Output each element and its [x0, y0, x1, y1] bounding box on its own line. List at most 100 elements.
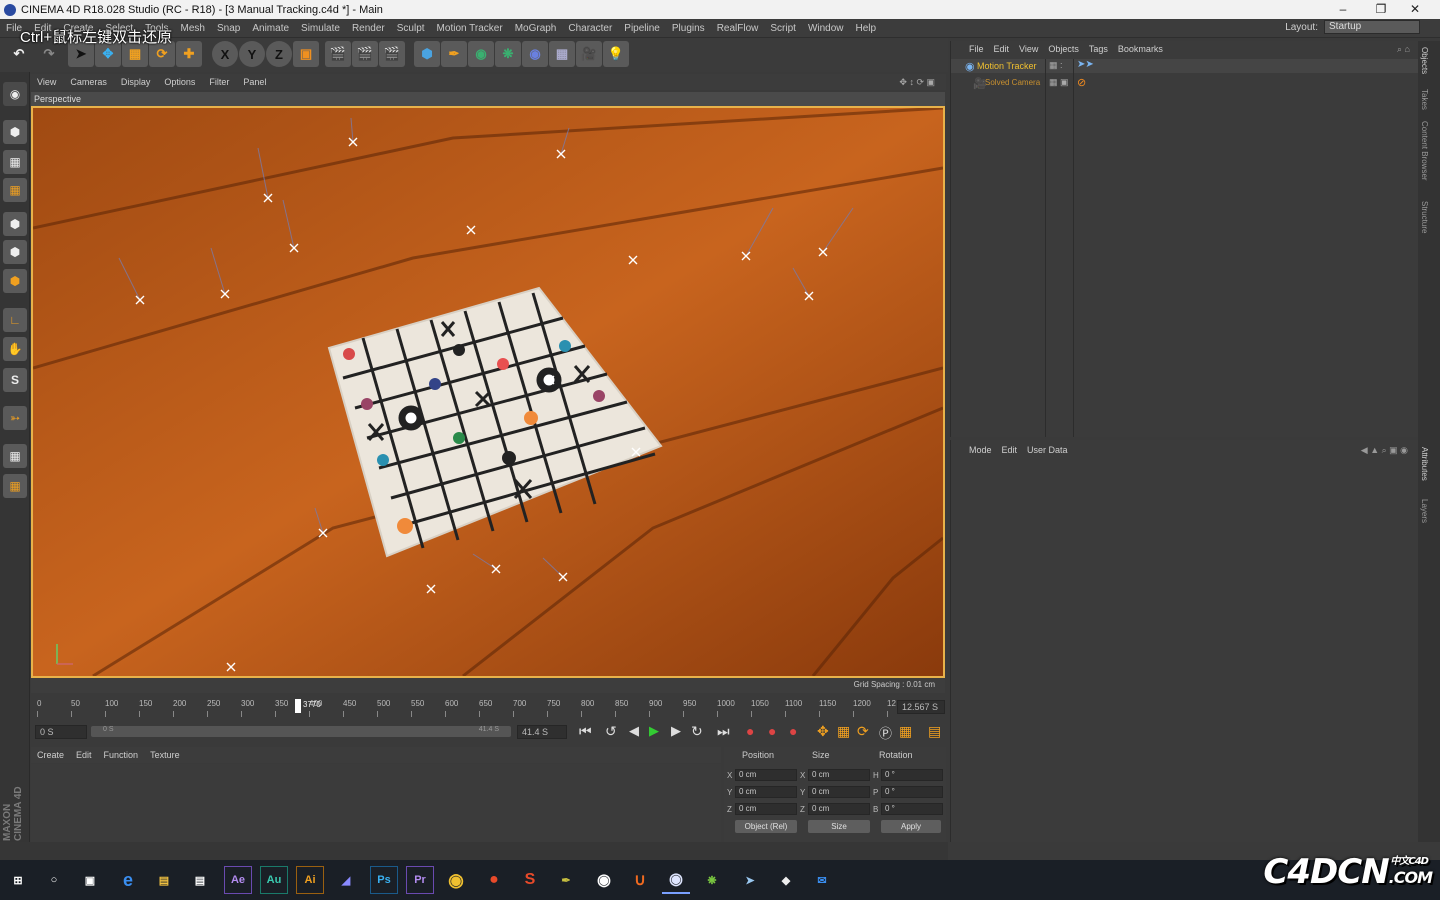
cinema4d-taskbar-icon[interactable]: ◉: [662, 866, 690, 894]
go-to-end-icon[interactable]: ⏭: [717, 723, 730, 740]
media-encoder-icon[interactable]: ◢: [332, 866, 360, 894]
previous-key-icon[interactable]: ↺: [605, 723, 617, 740]
next-frame-icon[interactable]: ▶: [671, 723, 681, 739]
magnet-tool-icon[interactable]: ➳: [3, 406, 27, 430]
task-view-icon[interactable]: ▣: [76, 866, 104, 894]
subdivision-surface-icon[interactable]: ◉: [468, 41, 494, 67]
z-axis-lock-button[interactable]: Z: [266, 41, 292, 67]
outlook-icon[interactable]: ✉: [808, 866, 836, 894]
array-cloner-icon[interactable]: ❋: [495, 41, 521, 67]
protection-tag-icon[interactable]: ⊘: [1077, 76, 1086, 89]
store-icon[interactable]: ▤: [186, 866, 214, 894]
material-manager-area[interactable]: [31, 764, 721, 842]
visibility-toggle-icon[interactable]: ▦ :: [1049, 60, 1063, 71]
objects-menu-tags[interactable]: Tags: [1084, 44, 1113, 54]
menu-animate[interactable]: Animate: [246, 23, 295, 34]
coordinate-mode-dropdown[interactable]: Object (Rel): [735, 820, 797, 833]
render-view-icon[interactable]: 🎬: [325, 41, 351, 67]
objects-menu-objects[interactable]: Objects: [1043, 44, 1084, 54]
menu-script[interactable]: Script: [764, 23, 802, 34]
rotation-b-field[interactable]: 0 °: [881, 803, 943, 815]
y-axis-lock-button[interactable]: Y: [239, 41, 265, 67]
file-explorer-icon[interactable]: ▤: [150, 866, 178, 894]
material-menu-create[interactable]: Create: [31, 750, 70, 760]
search-icon[interactable]: ○: [40, 866, 68, 894]
viewport-menu-panel[interactable]: Panel: [236, 77, 273, 87]
points-mode-icon[interactable]: ⬢: [3, 212, 27, 236]
timeline-ruler[interactable]: 0 50 100 150 200 250 300 350 400 450 500 550 600 650 7…: [31, 697, 947, 719]
menu-realflow[interactable]: RealFlow: [711, 23, 765, 34]
objects-search-icon[interactable]: ⌕ ⌂: [1392, 44, 1415, 55]
viewport-menu-view[interactable]: View: [30, 77, 63, 87]
viewport-menu-cameras[interactable]: Cameras: [63, 77, 114, 87]
steam-icon[interactable]: ➤: [736, 866, 764, 894]
attributes-nav-icons[interactable]: ◀ ▲ ⌕ ▣ ◉: [1356, 445, 1413, 456]
viewport-menu-options[interactable]: Options: [157, 77, 202, 87]
layout-dropdown[interactable]: Startup: [1324, 20, 1420, 34]
menu-motion-tracker[interactable]: Motion Tracker: [431, 23, 509, 34]
play-forward-icon[interactable]: ▶: [649, 723, 659, 739]
objects-menu-bookmarks[interactable]: Bookmarks: [1113, 44, 1168, 54]
menu-sculpt[interactable]: Sculpt: [391, 23, 431, 34]
light-icon[interactable]: 💡: [603, 41, 629, 67]
current-time-field[interactable]: 12.567 S: [897, 700, 945, 714]
point-level-key-icon[interactable]: ▦: [899, 723, 912, 740]
close-button[interactable]: ✕: [1398, 0, 1432, 19]
tab-content-browser[interactable]: Content Browser: [1420, 121, 1429, 181]
position-y-field[interactable]: 0 cm: [735, 786, 797, 798]
rotation-p-field[interactable]: 0 °: [881, 786, 943, 798]
workplane-lock-icon[interactable]: ▦: [3, 444, 27, 468]
record-active-objects-icon[interactable]: ●: [746, 723, 754, 739]
x-axis-lock-button[interactable]: X: [212, 41, 238, 67]
scale-key-icon[interactable]: ▦: [837, 723, 850, 740]
app-icon-orange[interactable]: ∪: [626, 866, 654, 894]
render-settings-icon[interactable]: 🎬: [379, 41, 405, 67]
size-z-field[interactable]: 0 cm: [808, 803, 870, 815]
attributes-menu-mode[interactable]: Mode: [951, 445, 997, 455]
tracker-tag-icon[interactable]: ➤➤: [1077, 59, 1094, 70]
rotation-h-field[interactable]: 0 °: [881, 769, 943, 781]
axis-mode-icon[interactable]: ∟: [3, 308, 27, 332]
objects-menu-view[interactable]: View: [1014, 44, 1043, 54]
menu-plugins[interactable]: Plugins: [666, 23, 711, 34]
chrome-icon[interactable]: ◉: [442, 866, 470, 894]
app-icon-ball[interactable]: ◉: [590, 866, 618, 894]
perspective-viewport[interactable]: [31, 106, 945, 678]
after-effects-icon[interactable]: Ae: [224, 866, 252, 894]
autokeying-icon[interactable]: ●: [768, 723, 776, 739]
viewport-menu-display[interactable]: Display: [114, 77, 158, 87]
objects-menu-edit[interactable]: Edit: [989, 44, 1015, 54]
menu-render[interactable]: Render: [346, 23, 391, 34]
app-icon-brush[interactable]: ✒: [552, 866, 580, 894]
workplane-mode-icon[interactable]: ▦: [3, 178, 27, 202]
preview-end-field[interactable]: 41.4 S: [517, 725, 567, 739]
tweak-mode-icon[interactable]: ✋: [3, 337, 27, 361]
photoshop-icon[interactable]: Ps: [370, 866, 398, 894]
illustrator-icon[interactable]: Ai: [296, 866, 324, 894]
previous-frame-icon[interactable]: ◀: [629, 723, 639, 739]
parameter-key-icon[interactable]: Ⓟ: [879, 723, 892, 742]
objects-menu-file[interactable]: File: [951, 44, 989, 54]
material-menu-edit[interactable]: Edit: [70, 750, 98, 760]
app-icon-red-s[interactable]: S: [516, 866, 544, 894]
audition-icon[interactable]: Au: [260, 866, 288, 894]
app-icon-green[interactable]: ❋: [698, 866, 726, 894]
menu-pipeline[interactable]: Pipeline: [618, 23, 666, 34]
coordinate-system-icon[interactable]: ▣: [293, 41, 319, 67]
preview-start-field[interactable]: 0 S: [35, 725, 87, 739]
tab-attributes[interactable]: Attributes: [1420, 447, 1429, 481]
render-picture-viewer-icon[interactable]: 🎬: [352, 41, 378, 67]
menu-window[interactable]: Window: [802, 23, 850, 34]
size-x-field[interactable]: 0 cm: [808, 769, 870, 781]
snapping-icon[interactable]: S: [3, 368, 27, 392]
windows-start-icon[interactable]: ⊞: [4, 866, 32, 894]
material-menu-texture[interactable]: Texture: [144, 750, 186, 760]
size-y-field[interactable]: 0 cm: [808, 786, 870, 798]
position-key-icon[interactable]: ✥: [817, 723, 829, 740]
cube-primitive-icon[interactable]: ⬢: [414, 41, 440, 67]
tab-takes[interactable]: Takes: [1420, 89, 1429, 110]
material-menu-function[interactable]: Function: [98, 750, 145, 760]
menu-mesh[interactable]: Mesh: [175, 23, 211, 34]
go-to-start-icon[interactable]: ⏮: [579, 723, 592, 740]
restore-button[interactable]: ❐: [1364, 0, 1398, 19]
